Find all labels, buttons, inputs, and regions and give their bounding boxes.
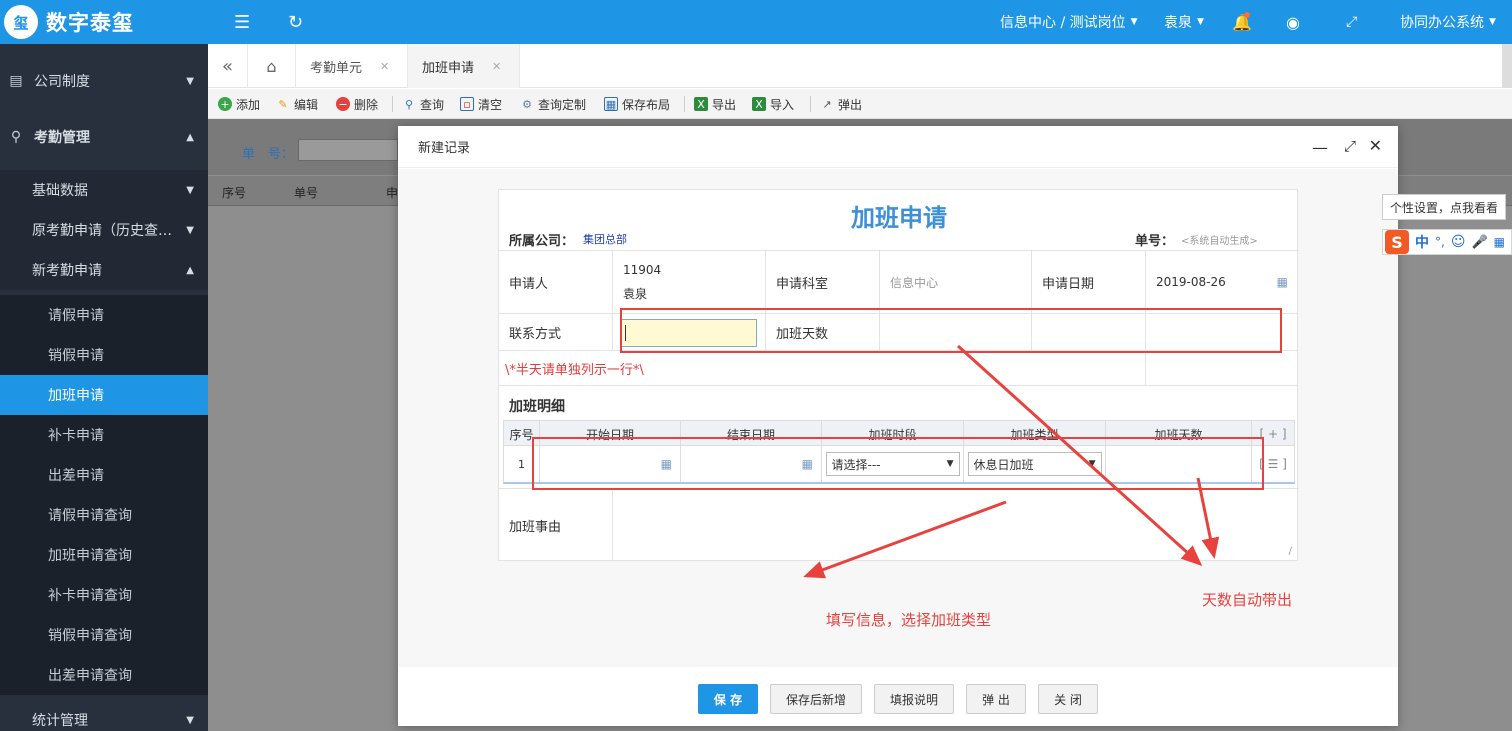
microphone-icon[interactable]: 🎤 — [1471, 235, 1487, 250]
arrow-to-fill — [803, 500, 1007, 579]
annotation-days-auto: 天数自动带出 — [1202, 591, 1293, 609]
arrow-to-days — [956, 344, 1203, 567]
ime-tooltip: 个性设置，点我看看 — [1382, 194, 1506, 220]
ime-toolbar[interactable]: S 中 °, ☺ 🎤 ▦ — [1382, 229, 1512, 255]
annotation-fill-info: 填写信息，选择加班类型 — [826, 611, 992, 629]
sogou-logo-icon[interactable]: S — [1385, 230, 1409, 254]
emoji-icon[interactable]: ☺ — [1451, 234, 1466, 250]
ime-punctuation-toggle[interactable]: °, — [1435, 235, 1445, 249]
arrow-to-days-2 — [1196, 477, 1220, 559]
keyboard-icon[interactable]: ▦ — [1494, 235, 1505, 249]
ime-mode-toggle[interactable]: 中 — [1415, 232, 1429, 252]
annotation-arrows — [803, 344, 1220, 579]
